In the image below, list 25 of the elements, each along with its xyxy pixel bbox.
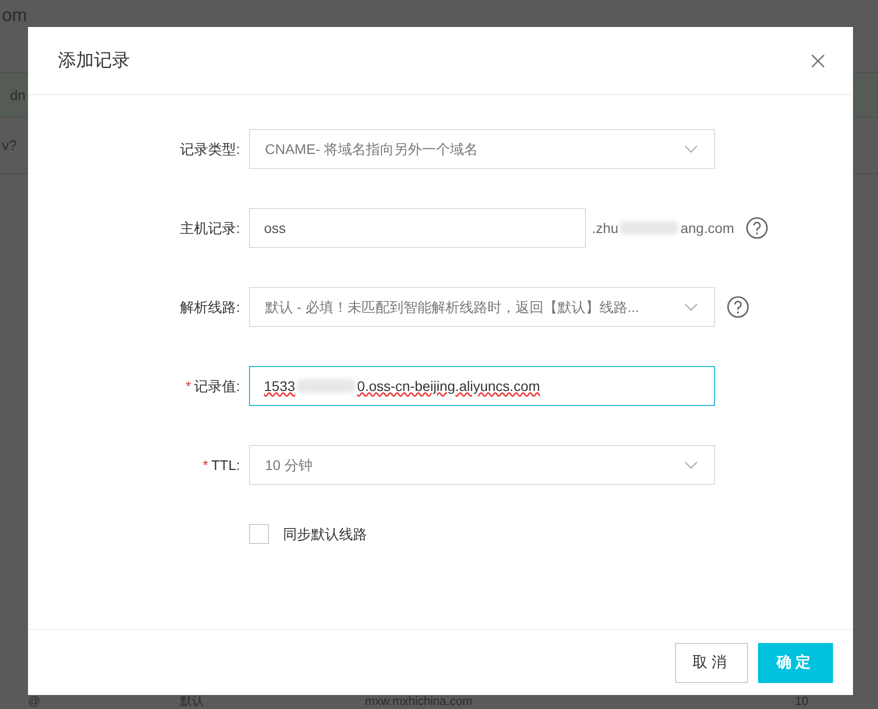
dialog-title: 添加记录 — [58, 49, 130, 72]
close-icon[interactable] — [811, 54, 825, 68]
help-icon[interactable] — [727, 296, 749, 318]
field-label: 解析线路: — [180, 298, 240, 316]
field-label: TTL: — [211, 456, 240, 474]
table-cell-text: @ — [27, 694, 42, 708]
field-label: 主机记录: — [180, 218, 240, 238]
domain-suffix: .zhu ang.com — [592, 218, 734, 238]
field-label: 记录值: — [194, 376, 240, 396]
chevron-down-icon — [684, 461, 698, 469]
required-mark: * — [202, 456, 208, 474]
help-icon[interactable] — [746, 217, 768, 239]
chevron-down-icon — [684, 303, 698, 311]
input-field[interactable]: 1533 0.oss-cn-beijing.aliyuncs.com — [249, 366, 715, 406]
field-label: 记录类型: — [180, 140, 240, 158]
blurred-text — [296, 379, 356, 393]
chevron-down-icon — [684, 145, 698, 153]
select-field[interactable]: CNAME- 将域名指向另外一个域名 — [249, 129, 715, 169]
checkbox[interactable] — [249, 524, 269, 544]
select-field[interactable]: 默认 - 必填！未匹配到智能解析线路时，返回【默认】线路... — [249, 287, 715, 327]
input-field[interactable]: oss — [249, 208, 586, 248]
cancel-button[interactable]: 取消 — [675, 643, 748, 683]
select-field[interactable]: 10 分钟 — [249, 445, 715, 485]
checkbox-label: 同步默认线路 — [283, 524, 367, 544]
required-mark: * — [186, 376, 192, 396]
